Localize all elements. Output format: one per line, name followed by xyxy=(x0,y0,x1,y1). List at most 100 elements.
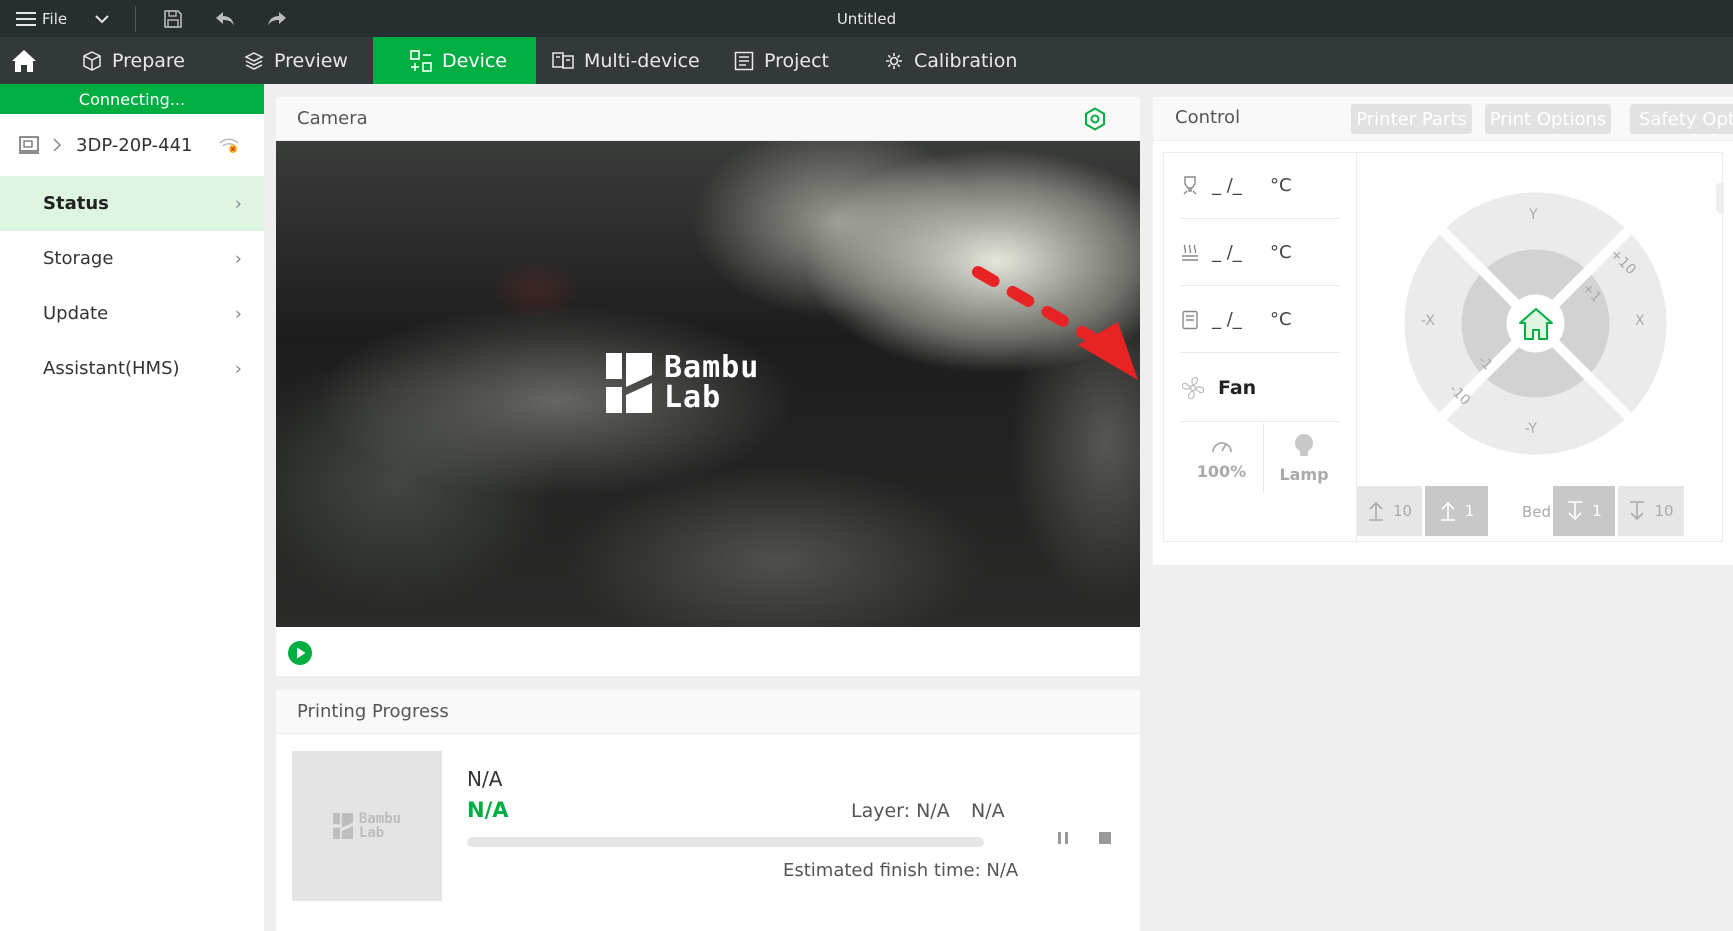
speed-gauge-icon xyxy=(1211,441,1232,452)
undo-button[interactable] xyxy=(214,0,236,37)
arrow-up-icon xyxy=(1440,501,1455,521)
fan-label: Fan xyxy=(1218,376,1257,399)
printing-progress-header: Printing Progress xyxy=(276,690,1140,734)
jog-y-minus[interactable]: -Y xyxy=(1525,421,1537,437)
cube-icon xyxy=(83,50,101,71)
device-selector[interactable]: 3DP-20P-441 xyxy=(0,114,264,176)
chamber-temp-unit: °C xyxy=(1270,309,1292,330)
sidebar-item-assistant-hms[interactable]: Assistant(HMS) › xyxy=(0,341,264,396)
divider xyxy=(135,6,136,32)
estimated-finish-time: Estimated finish time: N/A xyxy=(783,860,1019,881)
tab-preview-label: Preview xyxy=(274,49,348,72)
xy-jog-pad[interactable]: Y -Y X -X +10 +1 -1 -10 xyxy=(1403,191,1668,456)
save-button[interactable] xyxy=(163,0,183,37)
chevron-right-icon: › xyxy=(234,193,242,214)
safety-options-button[interactable]: Safety Opti xyxy=(1630,104,1733,134)
bed-up-1-button[interactable]: 1 xyxy=(1425,486,1488,536)
undo-icon xyxy=(216,11,234,26)
window-title: Untitled xyxy=(836,9,897,28)
fan-control[interactable]: Fan xyxy=(1180,354,1340,422)
camera-feed: Bambu Lab xyxy=(276,141,1140,627)
project-icon xyxy=(734,51,754,70)
print-options-button[interactable]: Print Options xyxy=(1485,104,1611,134)
camera-settings-icon[interactable] xyxy=(1083,107,1107,131)
device-name: 3DP-20P-441 xyxy=(76,134,193,156)
sidebar-item-update[interactable]: Update › xyxy=(0,286,264,341)
chevron-right-icon xyxy=(53,138,62,152)
progress-percent: N/A xyxy=(467,798,509,822)
tab-device[interactable]: Device xyxy=(373,37,536,84)
layers-icon xyxy=(244,51,264,70)
stop-icon xyxy=(1099,832,1111,844)
sidebar-item-storage[interactable]: Storage › xyxy=(0,231,264,286)
lamp-control[interactable]: Lamp xyxy=(1264,423,1344,493)
sidebar-item-label: Storage xyxy=(43,248,114,269)
main-tab-bar: Prepare Preview Device Multi-device Proj… xyxy=(0,37,1733,84)
jog-x-minus[interactable]: -X xyxy=(1421,313,1435,329)
sidebar-item-label: Update xyxy=(43,303,109,324)
camera-play-button[interactable] xyxy=(287,640,313,670)
speed-control[interactable]: 100% xyxy=(1180,423,1264,493)
tab-prepare-label: Prepare xyxy=(112,49,185,72)
arrow-down-icon xyxy=(1568,501,1583,521)
bed-down-10-button[interactable]: 10 xyxy=(1618,486,1684,536)
printer-parts-button[interactable]: Printer Parts xyxy=(1351,104,1472,134)
logo-text: Bambu Lab xyxy=(664,353,759,413)
jog-y-plus[interactable]: Y xyxy=(1529,207,1538,223)
chevron-right-icon: › xyxy=(234,303,242,324)
jog-x-plus[interactable]: X xyxy=(1635,313,1645,329)
tab-preview[interactable]: Preview xyxy=(232,37,372,84)
sidebar-item-status[interactable]: Status › xyxy=(0,176,264,231)
pause-button[interactable] xyxy=(1056,830,1070,849)
tab-prepare[interactable]: Prepare xyxy=(70,37,220,84)
nozzle-temp-value: _ /_ xyxy=(1212,175,1242,196)
bed-up-10-button[interactable]: 10 xyxy=(1357,486,1422,536)
bed-up-10-label: 10 xyxy=(1392,502,1413,520)
lamp-icon xyxy=(1295,433,1313,456)
divider xyxy=(1356,153,1357,543)
stop-button[interactable] xyxy=(1098,830,1112,849)
tab-multi-device[interactable]: Multi-device xyxy=(538,37,708,84)
thumb-logo-line-lab: Lab xyxy=(358,825,385,841)
file-menu[interactable]: File xyxy=(16,0,67,37)
tab-calibration[interactable]: Calibration xyxy=(872,37,1042,84)
fan-icon xyxy=(1181,376,1205,399)
title-bar: File Untitled xyxy=(0,0,1733,37)
dropdown-button[interactable] xyxy=(94,0,110,37)
pause-icon xyxy=(1058,832,1068,844)
chamber-icon xyxy=(1182,310,1198,329)
control-title: Control xyxy=(1175,107,1241,128)
chevron-down-icon xyxy=(95,14,109,23)
sidebar-item-label: Status xyxy=(43,193,109,214)
bed-down-1-button[interactable]: 1 xyxy=(1553,486,1615,536)
chamber-temp-value: _ /_ xyxy=(1212,309,1242,330)
tab-project-label: Project xyxy=(764,49,830,72)
bed-label: Bed xyxy=(1522,503,1552,521)
home-axes-icon[interactable] xyxy=(1518,307,1554,341)
bed-temperature[interactable]: _ /_ °C xyxy=(1180,220,1340,286)
camera-title: Camera xyxy=(297,108,368,129)
nozzle-temperature[interactable]: _ /_ °C xyxy=(1180,153,1340,219)
chevron-right-icon: › xyxy=(234,248,242,269)
chamber-temperature[interactable]: _ /_ °C xyxy=(1180,287,1340,353)
redo-button[interactable] xyxy=(266,0,288,37)
progress-bar xyxy=(467,837,984,847)
tab-calibration-label: Calibration xyxy=(914,49,1018,72)
printing-progress-title: Printing Progress xyxy=(297,701,449,722)
connection-status-banner: Connecting... xyxy=(0,84,264,114)
file-menu-label: File xyxy=(42,9,68,28)
tab-project[interactable]: Project xyxy=(722,37,852,84)
device-sidebar: Connecting... 3DP-20P-441 Status › Stora… xyxy=(0,84,264,931)
bambu-logo-mark-icon xyxy=(332,813,353,839)
logo-line-bambu: Bambu xyxy=(664,350,760,385)
thumbnail-logo-text: Bambu Lab xyxy=(359,812,401,840)
bed-up-1-label: 1 xyxy=(1464,502,1475,520)
home-button[interactable] xyxy=(0,37,48,84)
multi-device-icon xyxy=(552,51,574,69)
bed-down-10-label: 10 xyxy=(1654,502,1674,520)
sidebar-item-label: Assistant(HMS) xyxy=(43,358,180,379)
side-tab xyxy=(1716,183,1724,213)
layer-info: Layer: N/A xyxy=(851,800,950,822)
control-header: Control Printer Parts Print Options Safe… xyxy=(1153,97,1733,141)
bed-temp-value: _ /_ xyxy=(1212,242,1242,263)
